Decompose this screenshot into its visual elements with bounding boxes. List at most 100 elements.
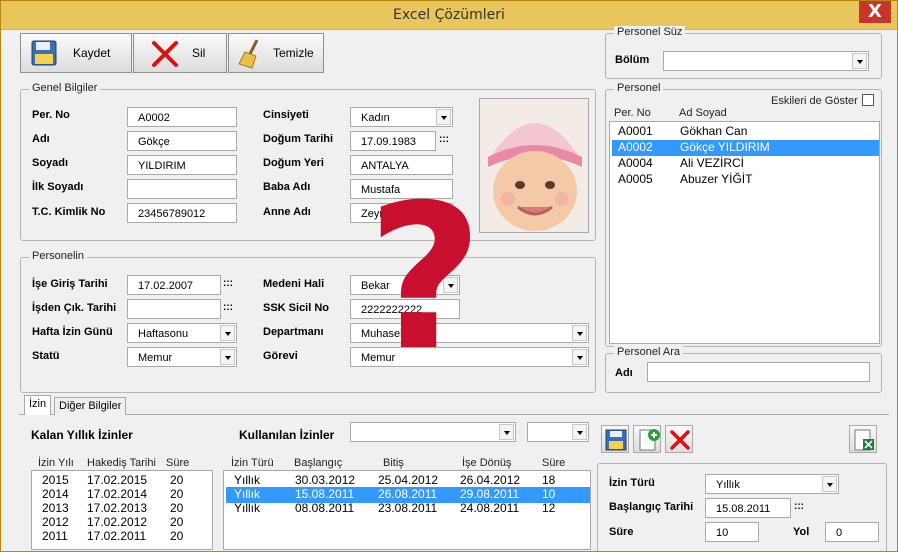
hakedis: 17.02.2012 — [87, 515, 148, 529]
chevron-down-icon[interactable] — [572, 424, 587, 440]
giris-field[interactable]: 17.02.2007 — [127, 275, 221, 295]
baslangic-field[interactable]: 15.08.2011 — [705, 498, 791, 518]
list-item[interactable]: 2011 17.02.2011 20 — [34, 529, 212, 545]
giris-label: İşe Giriş Tarihi — [32, 278, 108, 290]
list-item[interactable]: A0005 Abuzer YİĞİT — [612, 172, 879, 188]
yil: 2011 — [42, 529, 68, 543]
kalan-list[interactable]: 2015 17.02.2015 20 2014 17.02.2014 20 2013 17… — [31, 470, 213, 550]
cikis-field[interactable] — [127, 299, 221, 319]
sure: 18 — [542, 473, 556, 487]
chevron-down-icon[interactable] — [822, 476, 837, 492]
tab-izin[interactable]: İzin — [24, 395, 52, 415]
yil: 2012 — [42, 515, 69, 529]
eskiler-checkbox[interactable] — [862, 94, 874, 106]
kul-col-baslangic: Başlangıç — [294, 457, 343, 469]
date-picker-icon[interactable]: ::: — [223, 278, 233, 289]
broom-icon — [238, 39, 259, 69]
ad-soyad: Gökçe YILDIRIM — [680, 140, 770, 154]
red-x-icon — [152, 41, 178, 67]
tc-label: T.C. Kimlik No — [32, 206, 106, 218]
dogum-tarihi-field[interactable]: 17.09.1983 — [350, 131, 436, 151]
hakedis: 17.02.2013 — [87, 501, 148, 515]
ad-soyad: Ali VEZİRCİ — [680, 156, 745, 170]
search-input[interactable] — [647, 362, 870, 382]
clear-button[interactable]: Temizle — [228, 33, 324, 73]
chevron-down-icon[interactable] — [572, 325, 587, 341]
sure: 20 — [170, 501, 184, 515]
date-picker-icon[interactable]: ::: — [223, 302, 233, 313]
new-document-icon — [639, 429, 660, 451]
col-per-no: Per. No — [614, 107, 651, 119]
yil: 2014 — [42, 487, 69, 501]
statu-select[interactable]: Memur — [127, 347, 237, 367]
close-button[interactable]: X — [859, 1, 891, 23]
question-mark-overlay: ? — [367, 162, 484, 395]
izin-gunu-select[interactable]: Haftasonu — [127, 323, 237, 343]
cikis-label: İşden Çık. Tarihi — [32, 302, 117, 314]
save-label: Kaydet — [73, 46, 111, 60]
soyadi-field[interactable]: YILDIRIM — [127, 155, 237, 175]
izin-save-button[interactable] — [601, 425, 629, 453]
personel-ara-title: Personel Ara — [614, 346, 683, 358]
excel-export-button[interactable] — [849, 425, 877, 453]
tab-diger-bilgiler[interactable]: Diğer Bilgiler — [54, 397, 127, 415]
kullanilan-filter-select[interactable] — [350, 422, 516, 442]
yil: 2015 — [42, 473, 69, 487]
sure-field[interactable]: 10 — [705, 522, 759, 542]
delete-button[interactable]: Sil — [133, 33, 227, 73]
kalan-title: Kalan Yıllık İzinler — [31, 428, 133, 442]
cinsiyet-value: Kadın — [361, 112, 390, 124]
save-button[interactable]: Kaydet — [20, 33, 132, 73]
kul-col-tur: İzin Türü — [231, 457, 274, 469]
floppy-icon — [31, 40, 57, 66]
ilk-soyadi-field[interactable] — [127, 179, 237, 199]
statu-label: Statü — [32, 350, 60, 362]
ara-adi-label: Adı — [615, 367, 633, 379]
title-bar: Excel Çözümleri X — [1, 1, 897, 30]
personel-photo[interactable] — [479, 98, 589, 233]
kullanilan-title: Kullanılan İzinler — [239, 428, 335, 442]
bitis: 26.08.2011 — [378, 487, 438, 501]
chevron-down-icon[interactable] — [499, 424, 514, 440]
adi-field[interactable]: Gökçe — [127, 131, 237, 151]
kullanilan-list[interactable]: Yıllık 30.03.2012 25.04.2012 26.04.2012 18 Y… — [223, 470, 591, 550]
ad-soyad: Gökhan Can — [680, 124, 748, 138]
chevron-down-icon[interactable] — [852, 53, 867, 69]
kullanilan-year-select[interactable] — [527, 422, 589, 442]
floppy-icon — [605, 429, 627, 451]
kalan-col-sure: Süre — [166, 457, 190, 469]
list-item[interactable]: A0002 Gökçe YILDIRIM — [612, 140, 879, 156]
izin-delete-button[interactable] — [665, 425, 693, 453]
personelin-title: Personelin — [29, 250, 87, 262]
cinsiyet-select[interactable]: Kadın — [350, 107, 453, 127]
date-picker-icon[interactable]: ::: — [439, 134, 449, 145]
chevron-down-icon[interactable] — [220, 325, 235, 341]
per-no: A0004 — [618, 156, 653, 170]
sure: 20 — [170, 473, 184, 487]
list-item[interactable]: A0004 Ali VEZİRCİ — [612, 156, 879, 172]
cinsiyet-label: Cinsiyeti — [263, 109, 309, 121]
list-item[interactable]: A0001 Gökhan Can — [612, 124, 879, 140]
chevron-down-icon[interactable] — [220, 349, 235, 365]
chevron-down-icon[interactable] — [572, 349, 587, 365]
bolum-select[interactable] — [663, 51, 869, 71]
per-no-field[interactable]: A0002 — [127, 107, 237, 127]
bitis: 25.04.2012 — [378, 473, 439, 487]
sure: 20 — [170, 515, 184, 529]
personel-list[interactable]: A0001 Gökhan Can A0002 Gökçe YILDIRIM A000… — [609, 121, 880, 344]
izin-new-button[interactable] — [633, 425, 661, 453]
kul-col-donus: İşe Dönüş — [462, 457, 512, 469]
ssk-label: SSK Sicil No — [263, 302, 330, 314]
tc-field[interactable]: 23456789012 — [127, 203, 237, 223]
chevron-down-icon[interactable] — [436, 109, 451, 125]
kul-col-bitis: Bitiş — [383, 457, 404, 469]
date-picker-icon[interactable]: ::: — [794, 501, 804, 512]
baslangic: 08.08.2011 — [295, 501, 355, 515]
ad-soyad: Abuzer YİĞİT — [680, 172, 753, 186]
yol-field[interactable]: 0 — [825, 522, 879, 542]
window-title: Excel Çözümleri — [393, 7, 505, 23]
list-item[interactable]: Yıllık 08.08.2011 23.08.2011 24.08.2011 12 — [226, 501, 590, 517]
izin-turu-select[interactable]: Yıllık — [705, 474, 839, 494]
donus: 24.08.2011 — [460, 501, 520, 515]
bitis: 23.08.2011 — [378, 501, 438, 515]
